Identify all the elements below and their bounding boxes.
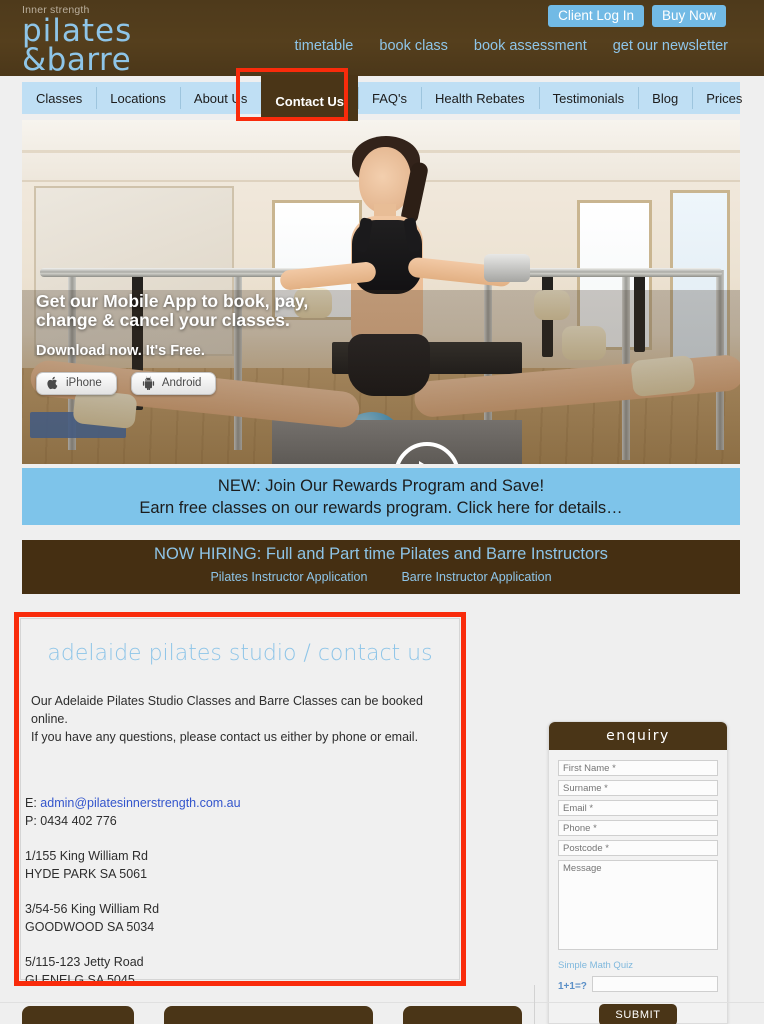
android-icon xyxy=(142,376,155,390)
enquiry-form-title: enquiry xyxy=(549,722,727,750)
nav-item-prices[interactable]: Prices xyxy=(692,82,756,114)
android-download-badge[interactable]: Android xyxy=(130,372,217,395)
contact-content-panel: adelaide pilates studio / contact us Our… xyxy=(20,618,460,987)
intro-paragraph: Our Adelaide Pilates Studio Classes and … xyxy=(21,666,459,746)
contact-details: E: admin@pilatesinnerstrength.com.au P: … xyxy=(21,794,459,989)
app-store-badges: iPhone Android xyxy=(36,372,308,395)
postcode-input[interactable] xyxy=(558,840,718,856)
iphone-download-badge[interactable]: iPhone xyxy=(36,372,117,395)
header-link-book-class[interactable]: book class xyxy=(379,38,448,54)
site-logo[interactable]: Inner strength pilates &barre xyxy=(22,4,132,78)
address-block-1: 1/155 King William Rd HYDE PARK SA 5061 xyxy=(25,847,459,883)
footer-button-1[interactable] xyxy=(22,1006,134,1024)
rewards-line-2: Earn free classes on our rewards program… xyxy=(139,498,623,517)
email-link[interactable]: admin@pilatesinnerstrength.com.au xyxy=(40,796,240,810)
footer-divider xyxy=(0,1002,764,1003)
submit-button[interactable]: SUBMIT xyxy=(599,1004,677,1024)
intro-line-2: If you have any questions, please contac… xyxy=(31,730,419,744)
email-line: E: admin@pilatesinnerstrength.com.au xyxy=(25,794,459,812)
nav-item-locations[interactable]: Locations xyxy=(96,82,180,114)
hero-headline-line-1: Get our Mobile App to book, pay, xyxy=(36,291,309,311)
hiring-links: Pilates Instructor Application Barre Ins… xyxy=(22,570,740,584)
footer-button-timetable[interactable]: TIMETABLE xyxy=(402,1006,522,1024)
page-title: adelaide pilates studio / contact us xyxy=(47,641,433,666)
pilates-instructor-application-link[interactable]: Pilates Instructor Application xyxy=(210,570,367,584)
nav-item-faqs[interactable]: FAQ's xyxy=(358,82,421,114)
site-header: Inner strength pilates &barre Client Log… xyxy=(0,0,764,76)
hero-banner: Get our Mobile App to book, pay, change … xyxy=(22,120,740,464)
hiring-title: NOW HIRING: Full and Part time Pilates a… xyxy=(154,545,608,563)
hero-subline: Download now. It's Free. xyxy=(36,343,205,359)
apple-icon xyxy=(47,376,59,390)
address-block-3: 5/115-123 Jetty Road GLENELG SA 5045 xyxy=(25,953,459,989)
header-action-buttons: Client Log In Buy Now xyxy=(548,5,726,27)
address-3-suburb: GLENELG SA 5045 xyxy=(25,973,135,987)
enquiry-form-body: Simple Math Quiz 1+1=? SUBMIT xyxy=(549,750,727,1024)
footer-button-newsletter[interactable]: GET OUR NEWSLETTER xyxy=(163,1006,373,1024)
rewards-line-1: NEW: Join Our Rewards Program and Save! xyxy=(217,476,545,495)
nav-item-blog[interactable]: Blog xyxy=(638,82,692,114)
phone-input[interactable] xyxy=(558,820,718,836)
rewards-banner[interactable]: NEW: Join Our Rewards Program and Save! … xyxy=(22,468,740,525)
address-2-suburb: GOODWOOD SA 5034 xyxy=(25,920,155,934)
email-label: E: xyxy=(25,796,41,810)
enquiry-form-panel: enquiry Simple Math Quiz 1+1=? SUBMIT xyxy=(548,721,728,1024)
nav-item-contact-us[interactable]: Contact Us xyxy=(261,75,359,121)
nav-item-classes[interactable]: Classes xyxy=(22,82,96,114)
barre-instructor-application-link[interactable]: Barre Instructor Application xyxy=(401,570,551,584)
logo-line-2: &barre xyxy=(22,41,132,78)
header-link-newsletter[interactable]: get our newsletter xyxy=(613,38,728,54)
nav-item-about-us[interactable]: About Us xyxy=(179,82,261,114)
logo-wordmark: pilates &barre xyxy=(22,16,132,78)
math-quiz-row: 1+1=? xyxy=(558,976,718,996)
nav-item-health-rebates[interactable]: Health Rebates xyxy=(421,82,539,114)
nav-item-testimonials[interactable]: Testimonials xyxy=(538,82,639,114)
math-quiz-label: Simple Math Quiz xyxy=(558,960,633,971)
hiring-banner: NOW HIRING: Full and Part time Pilates a… xyxy=(22,540,740,594)
surname-input[interactable] xyxy=(558,780,718,796)
email-input[interactable] xyxy=(558,800,718,816)
footer-buttons: GET OUR NEWSLETTER TIMETABLE xyxy=(22,1006,522,1024)
phone-line: P: 0434 402 776 xyxy=(25,814,117,828)
math-quiz-input[interactable] xyxy=(591,976,718,992)
address-3-street: 5/115-123 Jetty Road xyxy=(25,955,144,969)
header-link-book-assessment[interactable]: book assessment xyxy=(474,38,587,54)
address-1-suburb: HYDE PARK SA 5061 xyxy=(25,867,148,881)
buy-now-button[interactable]: Buy Now xyxy=(651,5,726,27)
header-link-timetable[interactable]: timetable xyxy=(295,38,354,54)
main-navigation: Classes Locations About Us Contact Us FA… xyxy=(22,75,742,121)
first-name-input[interactable] xyxy=(558,760,718,776)
android-badge-label: Android xyxy=(161,377,202,389)
hero-text-block: Get our Mobile App to book, pay, change … xyxy=(36,292,308,395)
intro-line-1: Our Adelaide Pilates Studio Classes and … xyxy=(31,694,423,726)
address-2-street: 3/54-56 King William Rd xyxy=(25,902,160,916)
address-1-street: 1/155 King William Rd xyxy=(25,849,148,863)
page-root: Inner strength pilates &barre Client Log… xyxy=(0,0,764,1024)
hero-headline-line-2: change & cancel your classes. xyxy=(36,310,290,330)
message-textarea[interactable] xyxy=(558,860,718,950)
math-quiz-question: 1+1=? xyxy=(558,980,587,992)
footer-vertical-divider xyxy=(534,985,535,1024)
address-block-2: 3/54-56 King William Rd GOODWOOD SA 5034 xyxy=(25,900,459,936)
iphone-badge-label: iPhone xyxy=(66,377,102,389)
client-login-button[interactable]: Client Log In xyxy=(548,5,644,27)
header-quick-links: timetable book class book assessment get… xyxy=(295,38,728,54)
